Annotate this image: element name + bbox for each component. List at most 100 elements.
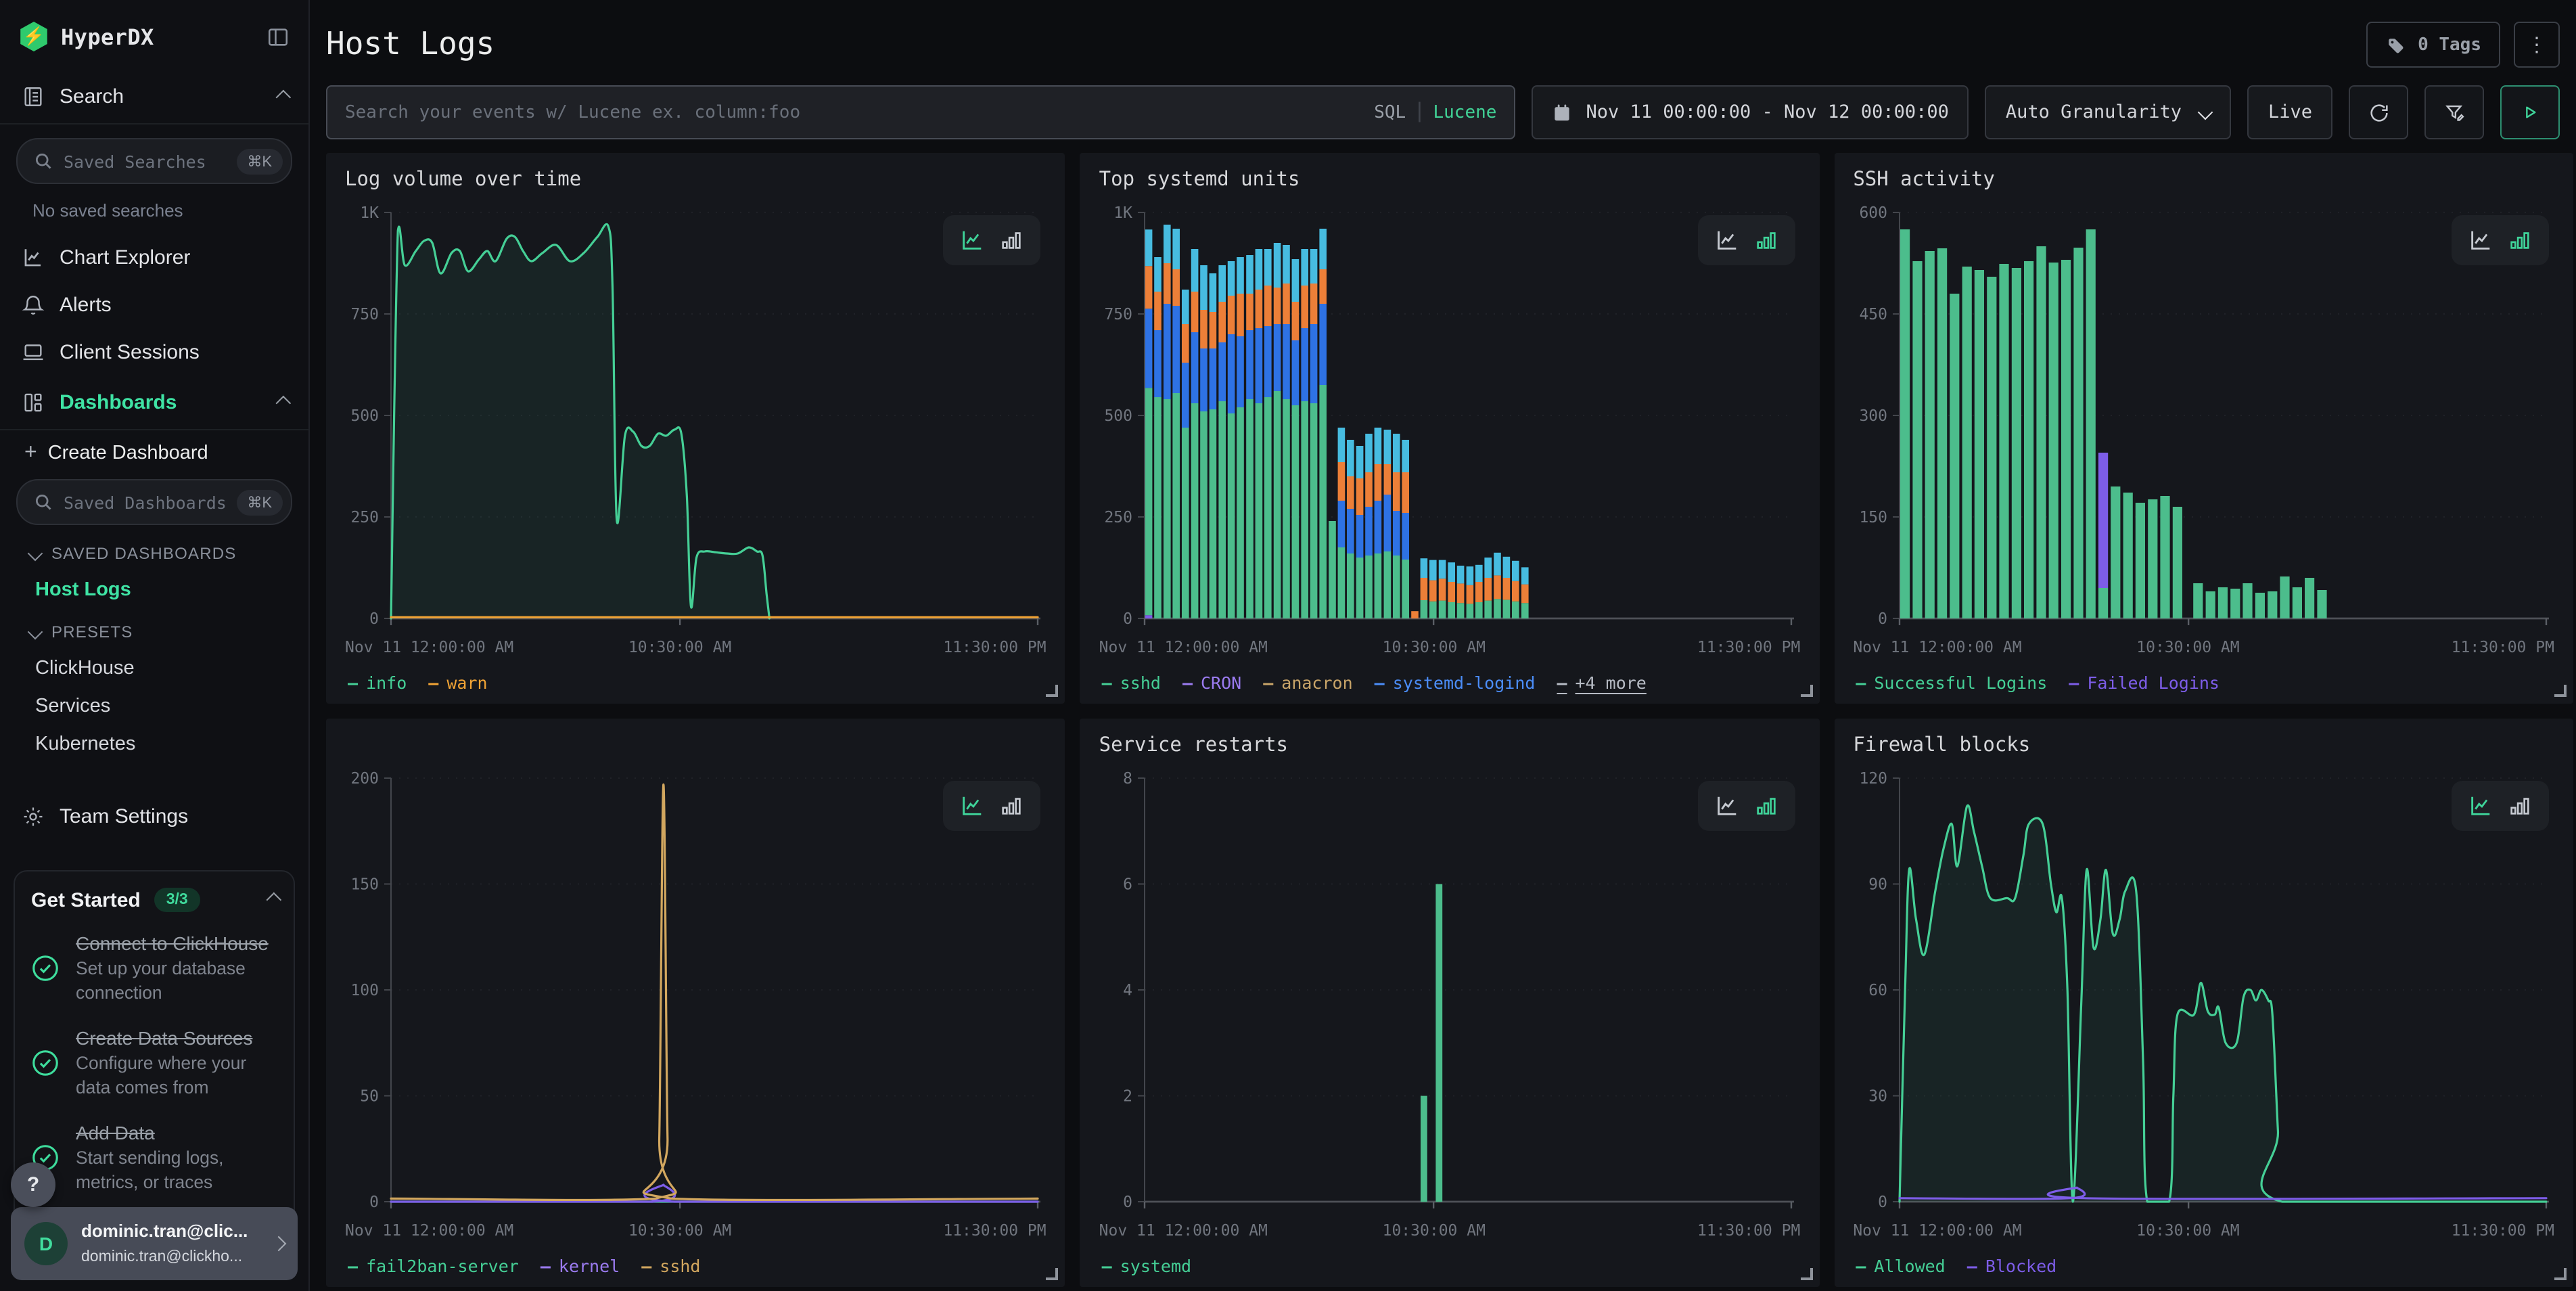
legend-swatch: — — [348, 672, 358, 692]
legend-item[interactable]: —kernel — [540, 1255, 620, 1275]
hyperdx-logo-icon[interactable]: ⚡ — [19, 22, 49, 51]
chart-view-toggle[interactable] — [944, 215, 1041, 265]
bar-chart-view-icon[interactable] — [1753, 793, 1778, 819]
panel-resize-handle[interactable] — [1046, 685, 1059, 697]
search-section-icon — [22, 85, 45, 108]
create-dashboard-button[interactable]: + Create Dashboard — [0, 430, 308, 476]
chart-view-toggle[interactable] — [2452, 215, 2549, 265]
chart-plot-area: 0306090120 — [1853, 770, 2554, 1218]
line-chart-view-icon[interactable] — [2468, 793, 2493, 819]
granularity-select[interactable]: Auto Granularity — [1985, 85, 2232, 139]
legend-item[interactable]: — systemd — [1102, 1255, 1191, 1275]
chart-view-toggle[interactable] — [1697, 215, 1795, 265]
chevron-up-icon[interactable] — [276, 391, 287, 414]
line-chart-view-icon[interactable] — [960, 227, 986, 253]
group-header-label: PRESETS — [51, 622, 133, 641]
x-axis-label: 10:30:00 AM — [2136, 637, 2239, 656]
svg-text:60: 60 — [1868, 982, 1887, 999]
legend-swatch: — — [2069, 672, 2079, 692]
lucene-mode-toggle[interactable]: Lucene — [1433, 102, 1497, 122]
svg-text:1K: 1K — [360, 204, 379, 222]
panel-resize-handle[interactable] — [2554, 685, 2567, 697]
legend-item[interactable]: —Failed Logins — [2069, 672, 2220, 692]
sidebar-item-label: Search — [60, 85, 124, 108]
x-axis-label: Nov 11 12:00:00 AM — [1853, 1221, 2021, 1240]
panel-resize-handle[interactable] — [1046, 1268, 1059, 1280]
bar-chart-view-icon[interactable] — [999, 227, 1025, 253]
saved-searches-input[interactable]: Saved Searches ⌘K — [16, 138, 292, 184]
sidebar-item-chart-explorer[interactable]: Chart Explorer — [0, 234, 308, 281]
sidebar-item-kubernetes[interactable]: Kubernetes — [0, 725, 308, 763]
legend-swatch: — — [1182, 672, 1193, 692]
brand-name[interactable]: HyperDX — [61, 24, 154, 49]
bar-chart-view-icon[interactable] — [999, 793, 1025, 819]
legend-swatch: — — [1557, 672, 1567, 692]
legend-item[interactable]: —fail2ban-server — [348, 1255, 519, 1275]
line-chart-view-icon[interactable] — [960, 793, 986, 819]
sql-mode-toggle[interactable]: SQL — [1374, 102, 1406, 122]
x-axis: Nov 11 12:00:00 AM10:30:00 AM11:30:00 PM — [1853, 635, 2554, 660]
step-description: Set up your database connection — [76, 958, 246, 1003]
x-axis-label: 10:30:00 AM — [1383, 1221, 1486, 1240]
line-chart-view-icon[interactable] — [1714, 793, 1739, 819]
legend-item[interactable]: —sshd — [1102, 672, 1161, 692]
legend-item[interactable]: —Allowed — [1856, 1255, 1945, 1275]
bar-chart-view-icon[interactable] — [1753, 227, 1778, 253]
live-button[interactable]: Live — [2248, 85, 2332, 139]
bar-chart-view-icon[interactable] — [2507, 227, 2533, 253]
svg-text:450: 450 — [1859, 306, 1887, 323]
line-chart-view-icon[interactable] — [2468, 227, 2493, 253]
sidebar-item-alerts[interactable]: Alerts — [0, 281, 308, 329]
chart-view-toggle[interactable] — [944, 781, 1041, 831]
user-email: dominic.tran@clickho... — [81, 1249, 242, 1265]
legend-item[interactable]: —Successful Logins — [1856, 672, 2047, 692]
legend-swatch: — — [1102, 1255, 1112, 1275]
bar-chart-view-icon[interactable] — [2507, 793, 2533, 819]
presets-group-header[interactable]: PRESETS — [0, 609, 308, 650]
sidebar-item-search[interactable]: Search — [0, 70, 308, 123]
sidebar-item-clickhouse[interactable]: ClickHouse — [0, 650, 308, 687]
event-search-input[interactable]: Search your events w/ Lucene ex. column:… — [326, 85, 1515, 139]
legend-item[interactable]: —warn — [428, 672, 487, 692]
get-started-step-add-data[interactable]: Add Data Start sending logs, metrics, or… — [31, 1120, 277, 1195]
legend-item[interactable]: —anacron — [1263, 672, 1352, 692]
get-started-step-connect[interactable]: Connect to ClickHouse Set up your databa… — [31, 931, 277, 1005]
get-started-step-sources[interactable]: Create Data Sources Configure where your… — [31, 1026, 277, 1100]
line-chart-view-icon[interactable] — [1714, 227, 1739, 253]
saved-dashboards-group-header[interactable]: SAVED DASHBOARDS — [0, 530, 308, 571]
user-menu[interactable]: D dominic.tran@clic... dominic.tran@clic… — [11, 1207, 298, 1280]
panel-resize-handle[interactable] — [1800, 1268, 1812, 1280]
chart-view-toggle[interactable] — [2452, 781, 2549, 831]
sidebar-item-dashboards[interactable]: Dashboards — [0, 376, 308, 429]
filter-button[interactable] — [2424, 85, 2484, 139]
collapse-sidebar-button[interactable] — [267, 25, 290, 48]
help-button[interactable]: ? — [11, 1162, 55, 1207]
x-axis: Nov 11 12:00:00 AM10:30:00 AM11:30:00 PM — [345, 1218, 1046, 1244]
saved-dashboards-placeholder: Saved Dashboards — [64, 492, 225, 512]
user-name: dominic.tran@clic... — [81, 1221, 248, 1241]
legend-item[interactable]: —sshd — [641, 1255, 700, 1275]
sidebar-item-team-settings[interactable]: Team Settings — [0, 793, 308, 840]
legend-item[interactable]: —+4 more — [1557, 672, 1646, 692]
x-axis-label: 11:30:00 PM — [943, 1221, 1046, 1240]
chevron-up-icon[interactable] — [276, 85, 287, 108]
chart-view-toggle[interactable] — [1697, 781, 1795, 831]
date-range-picker[interactable]: Nov 11 00:00:00 - Nov 12 00:00:00 — [1532, 85, 1969, 139]
legend-label: systemd — [1120, 1255, 1191, 1275]
legend-item[interactable]: —CRON — [1182, 672, 1241, 692]
legend-item[interactable]: —systemd-logind — [1375, 672, 1536, 692]
run-query-button[interactable] — [2500, 85, 2560, 139]
legend-item[interactable]: —Blocked — [1967, 1255, 2056, 1275]
legend-item[interactable]: —info — [348, 672, 407, 692]
sidebar-item-host-logs[interactable]: Host Logs — [0, 571, 308, 609]
panel-resize-handle[interactable] — [2554, 1268, 2567, 1280]
sidebar-item-client-sessions[interactable]: Client Sessions — [0, 329, 308, 376]
refresh-button[interactable] — [2349, 85, 2408, 139]
panel-resize-handle[interactable] — [1800, 685, 1812, 697]
legend-swatch: — — [428, 672, 438, 692]
chevron-up-icon[interactable] — [267, 888, 277, 912]
kebab-menu-button[interactable]: ⋮ — [2514, 22, 2560, 68]
sidebar-item-services[interactable]: Services — [0, 687, 308, 725]
tags-button[interactable]: 0 Tags — [2366, 22, 2500, 68]
saved-dashboards-input[interactable]: Saved Dashboards ⌘K — [16, 479, 292, 525]
